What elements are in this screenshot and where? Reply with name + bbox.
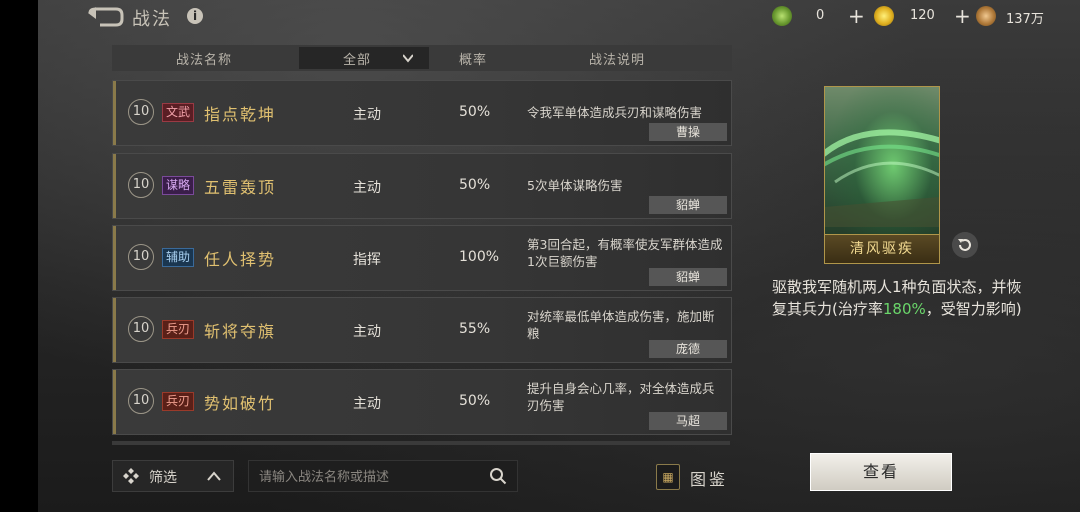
view-button[interactable]: 查看 bbox=[810, 453, 952, 491]
skill-name: 势如破竹 bbox=[204, 394, 277, 413]
skill-description: 令我军单体造成兵刃和谋略伤害 bbox=[527, 105, 703, 120]
level-badge: 10 bbox=[128, 244, 154, 270]
gold-value: 120 bbox=[910, 8, 935, 23]
book-icon: ▦ bbox=[656, 464, 680, 490]
column-header-probability: 概率 bbox=[459, 53, 488, 68]
skill-category-tag: 兵刃 bbox=[162, 392, 195, 411]
atlas-label: 图鉴 bbox=[690, 470, 729, 489]
column-header-description: 战法说明 bbox=[589, 53, 646, 68]
skill-row[interactable]: 10 谋略 五雷轰顶 主动 50% 5次单体谋略伤害 貂蝉 bbox=[112, 153, 732, 219]
skill-owner: 马超 bbox=[649, 412, 727, 430]
skill-category-tag: 谋略 bbox=[162, 176, 195, 195]
category-dropdown[interactable]: 全部 bbox=[299, 47, 429, 69]
skill-probability: 55% bbox=[459, 321, 491, 337]
skill-type: 主动 bbox=[353, 324, 381, 340]
add-jade-button[interactable]: + bbox=[848, 4, 865, 28]
search-box bbox=[248, 460, 518, 492]
skill-owner: 曹操 bbox=[649, 123, 727, 141]
level-badge: 10 bbox=[128, 388, 154, 414]
back-arrow-icon[interactable] bbox=[86, 5, 124, 29]
info-icon[interactable]: i bbox=[187, 8, 203, 24]
row-accent bbox=[113, 298, 116, 362]
skill-probability: 50% bbox=[459, 177, 491, 193]
skill-row[interactable]: 10 文武 指点乾坤 主动 50% 令我军单体造成兵刃和谋略伤害 曹操 bbox=[112, 80, 732, 146]
chevron-up-icon bbox=[207, 471, 221, 481]
game-screen: 战法 i 0 + 120 + 137万 战法名称 全部 概率 战法说明 10 文… bbox=[38, 0, 1080, 512]
resource-jade: 0 + bbox=[772, 4, 872, 28]
skill-name: 五雷轰顶 bbox=[204, 178, 277, 197]
skill-row[interactable]: 10 辅助 任人择势 指挥 100% 第3回合起，有概率使友军群体造成1次巨额伤… bbox=[112, 225, 732, 291]
column-header-name: 战法名称 bbox=[176, 53, 233, 68]
skill-category-tag: 兵刃 bbox=[162, 320, 195, 339]
search-icon[interactable] bbox=[489, 467, 507, 485]
table-header: 战法名称 全部 概率 战法说明 bbox=[112, 45, 732, 71]
skill-card[interactable]: 清风驱疾 bbox=[824, 86, 940, 264]
search-input[interactable] bbox=[257, 466, 481, 488]
skill-name: 指点乾坤 bbox=[204, 105, 277, 124]
card-artwork bbox=[825, 129, 939, 227]
skill-owner: 貂蝉 bbox=[649, 268, 727, 286]
refresh-icon[interactable] bbox=[952, 232, 978, 258]
page-title: 战法 bbox=[132, 9, 172, 30]
skill-description: 第3回合起，有概率使友军群体造成1次巨额伤害 bbox=[527, 237, 723, 269]
skill-effect-text: 驱散我军随机两人1种负面状态，并恢复其兵力(治疗率180%，受智力影响) bbox=[772, 276, 1032, 320]
filter-button[interactable]: 筛选 bbox=[112, 460, 234, 492]
skill-row[interactable]: 10 兵刃 势如破竹 主动 50% 提升自身会心几率，对全体造成兵刃伤害 马超 bbox=[112, 369, 732, 435]
copper-value: 137万 bbox=[1006, 12, 1044, 27]
skill-description: 提升自身会心几率，对全体造成兵刃伤害 bbox=[527, 381, 715, 413]
filter-diamond-icon bbox=[123, 468, 139, 484]
add-gold-button[interactable]: + bbox=[954, 4, 971, 28]
skill-type: 主动 bbox=[353, 107, 381, 123]
skill-category-tag: 文武 bbox=[162, 103, 195, 122]
skill-owner: 貂蝉 bbox=[649, 196, 727, 214]
skill-row[interactable]: 10 兵刃 斩将夺旗 主动 55% 对统率最低单体造成伤害，施加断粮 庞德 bbox=[112, 297, 732, 363]
level-badge: 10 bbox=[128, 316, 154, 342]
skill-effect-text-b: ，受智力影响) bbox=[925, 300, 1022, 318]
skill-description: 对统率最低单体造成伤害，施加断粮 bbox=[527, 309, 715, 341]
skill-type: 主动 bbox=[353, 180, 381, 196]
level-badge: 10 bbox=[128, 172, 154, 198]
skill-description: 5次单体谋略伤害 bbox=[527, 178, 623, 193]
resource-copper: 137万 bbox=[976, 4, 1076, 28]
skill-probability: 100% bbox=[459, 249, 500, 265]
resource-gold: 120 + bbox=[874, 4, 974, 28]
chevron-down-icon bbox=[403, 54, 413, 63]
skill-name: 斩将夺旗 bbox=[204, 322, 277, 341]
skill-name: 任人择势 bbox=[204, 250, 277, 269]
skill-owner: 庞德 bbox=[649, 340, 727, 358]
copper-coin-icon bbox=[976, 6, 996, 26]
row-accent bbox=[113, 226, 116, 290]
row-accent bbox=[113, 370, 116, 434]
level-badge: 10 bbox=[128, 99, 154, 125]
heal-rate-value: 180% bbox=[882, 300, 926, 318]
jade-value: 0 bbox=[816, 8, 825, 23]
dropdown-value: 全部 bbox=[343, 53, 372, 68]
row-accent bbox=[113, 81, 116, 145]
gold-coin-icon bbox=[874, 6, 894, 26]
skill-probability: 50% bbox=[459, 393, 491, 409]
card-name: 清风驱疾 bbox=[825, 234, 939, 263]
skill-type: 指挥 bbox=[353, 252, 381, 268]
skill-probability: 50% bbox=[459, 104, 491, 120]
skill-category-tag: 辅助 bbox=[162, 248, 195, 267]
skill-type: 主动 bbox=[353, 396, 381, 412]
list-scroll-peek bbox=[112, 441, 730, 445]
jade-coin-icon bbox=[772, 6, 792, 26]
row-accent bbox=[113, 154, 116, 218]
filter-label: 筛选 bbox=[149, 470, 177, 486]
